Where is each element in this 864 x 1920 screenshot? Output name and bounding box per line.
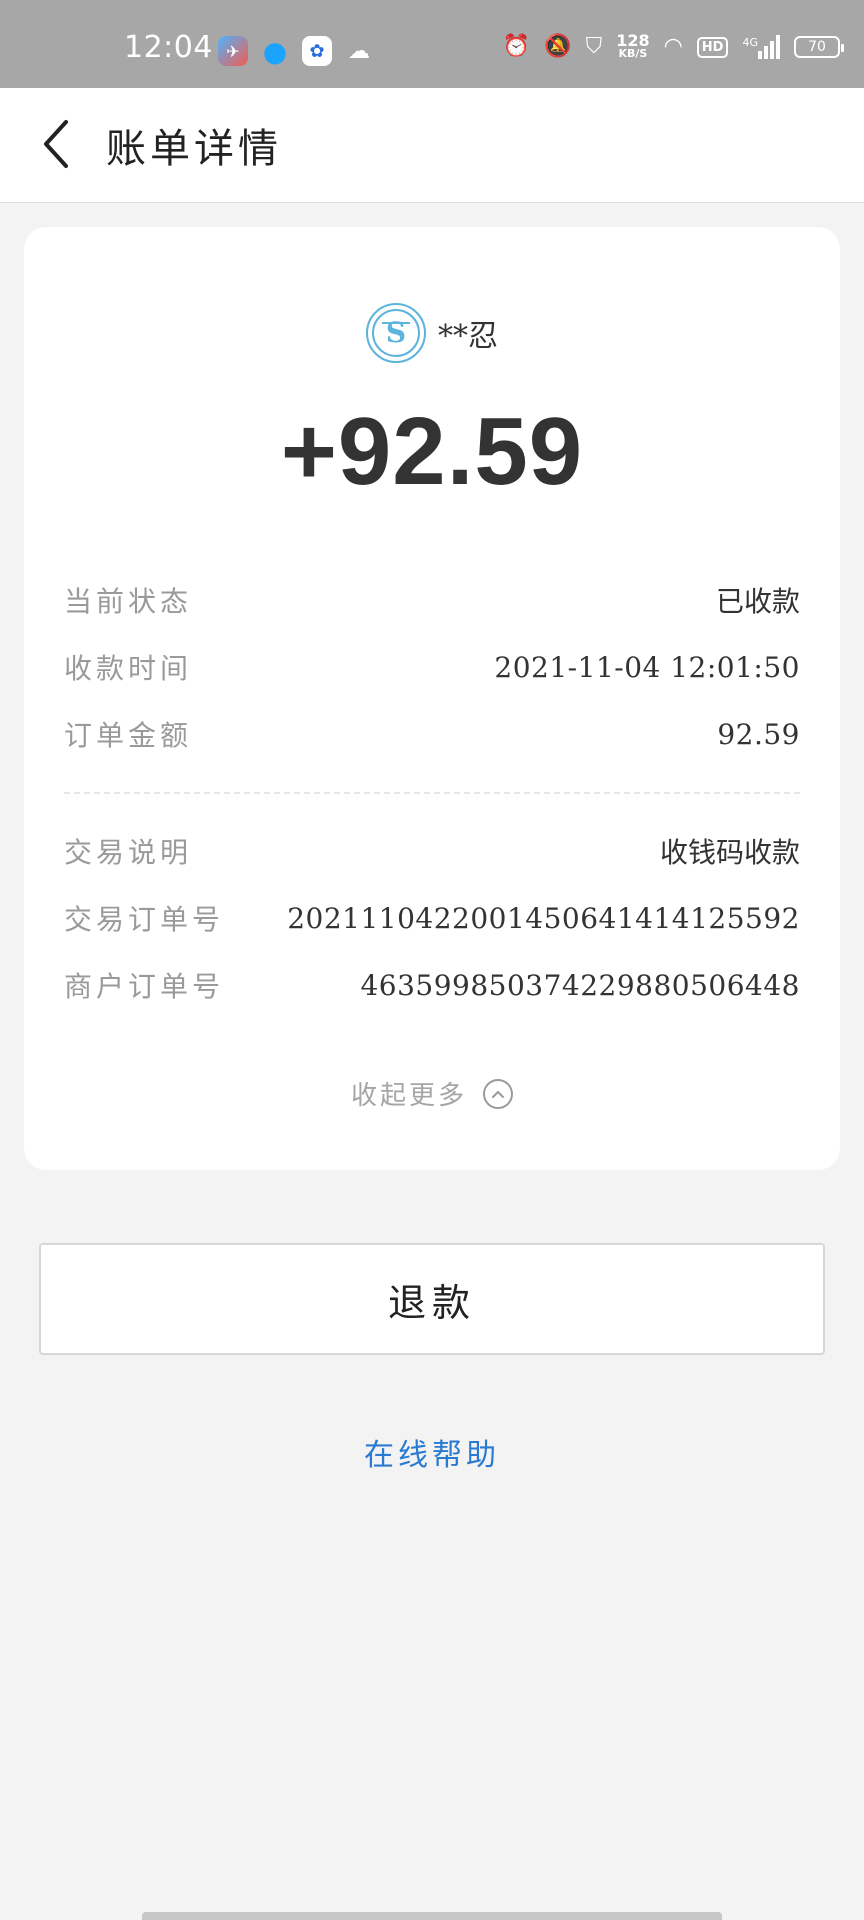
merchant-name: **忍 <box>438 319 498 354</box>
mute-icon: 🔕 <box>544 34 572 59</box>
detail-label: 交易说明 <box>64 836 193 869</box>
wechat-icon: ☁ <box>348 38 370 64</box>
detail-value: 2021-11-04 12:01:50 <box>494 650 800 684</box>
detail-label: 收款时间 <box>64 652 193 685</box>
collapse-toggle[interactable]: 收起更多 <box>24 1075 840 1112</box>
notification-icons: ✈ ● ✿ ☁ <box>218 34 374 68</box>
detail-value: 2021110422001450641414125592 <box>287 901 800 935</box>
detail-row-time: 收款时间 2021-11-04 12:01:50 <box>64 647 800 687</box>
detail-value: 463599850374229880506448 <box>360 968 800 1002</box>
chevron-left-icon <box>44 120 68 168</box>
detail-label: 商户订单号 <box>64 970 225 1003</box>
detail-label: 当前状态 <box>64 585 193 618</box>
baidu-icon: ✿ <box>302 36 332 66</box>
battery-icon: 70 <box>794 36 844 58</box>
collapse-label: 收起更多 <box>350 1081 467 1111</box>
divider <box>64 792 800 794</box>
status-time: 12:04 <box>124 30 213 65</box>
hd-badge: HD <box>696 36 729 58</box>
app-notification-icon: ✈ <box>218 36 248 66</box>
detail-row-status: 当前状态 已收款 <box>64 580 800 620</box>
alarm-icon: ⏰ <box>502 34 531 59</box>
qq-icon: ● <box>262 34 288 68</box>
amount: +92.59 <box>280 398 584 505</box>
signal-icon: 4G <box>742 35 780 59</box>
detail-label: 订单金额 <box>64 719 193 752</box>
detail-row-transaction-id: 交易订单号 2021110422001450641414125592 <box>64 898 800 938</box>
app-header: 账单详情 <box>0 88 864 203</box>
wifi-icon: ◠ <box>663 34 683 59</box>
svg-text:S: S <box>386 316 406 349</box>
detail-value: 收钱码收款 <box>659 836 800 869</box>
detail-row-merchant-order-id: 商户订单号 463599850374229880506448 <box>64 965 800 1005</box>
refund-button[interactable]: 退款 <box>39 1243 825 1355</box>
network-speed: 128 KB/S <box>616 31 650 61</box>
system-icons: ⏰ 🔕 ⛉ 128 KB/S ◠ HD 4G 70 <box>502 31 844 61</box>
shield-icon: ⛉ <box>585 34 603 59</box>
page-title: 账单详情 <box>106 126 282 172</box>
home-indicator[interactable] <box>142 1912 722 1920</box>
bill-card: S **忍 +92.59 当前状态 已收款 收款时间 2021-11-04 12… <box>24 227 840 1170</box>
merchant-logo-icon: S <box>372 309 420 357</box>
detail-label: 交易订单号 <box>64 903 225 936</box>
back-button[interactable] <box>26 114 86 174</box>
detail-value: 92.59 <box>717 717 800 751</box>
status-bar: 12:04 ✈ ● ✿ ☁ ⏰ 🔕 ⛉ 128 KB/S ◠ HD 4G 70 <box>0 0 864 88</box>
detail-row-amount: 订单金额 92.59 <box>64 714 800 754</box>
detail-value: 已收款 <box>715 585 800 618</box>
merchant-info: S **忍 <box>24 303 840 363</box>
avatar: S <box>366 303 426 363</box>
online-help-link[interactable]: 在线帮助 <box>0 1430 864 1474</box>
detail-row-description: 交易说明 收钱码收款 <box>64 831 800 871</box>
chevron-up-icon <box>483 1078 513 1109</box>
